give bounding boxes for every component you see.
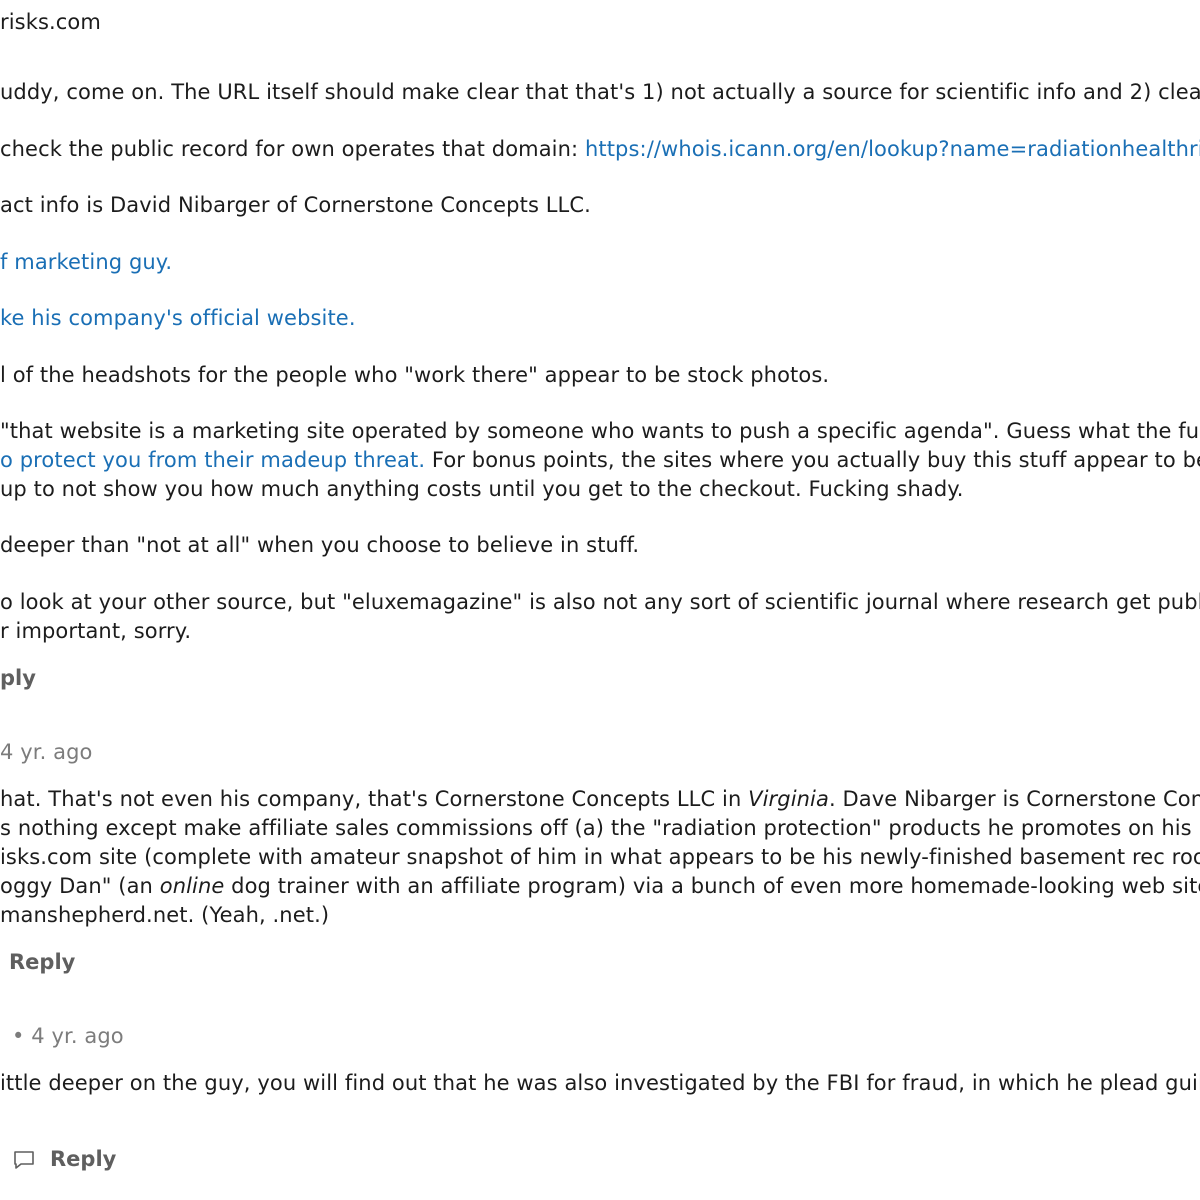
reply-button[interactable]: Reply [9, 948, 75, 977]
comment-text-line: "that website is a marketing site operat… [0, 419, 1200, 443]
comment-text-line: o look at your other source, but "eluxem… [0, 590, 1200, 614]
comment-text: hat. That's not even his company, that's… [0, 787, 749, 811]
comment-text-line: o protect you from their madeup threat. … [0, 446, 1200, 475]
comment-text-line: deeper than "not at all" when you choose… [0, 533, 640, 557]
marketing-guy-link[interactable]: f marketing guy. [0, 248, 172, 277]
comment-text-line: isks.com site (complete with amateur sna… [0, 845, 1200, 869]
madeup-threat-link[interactable]: o protect you from their madeup threat. [0, 448, 425, 472]
comment-text-italic: Virginia [748, 787, 829, 811]
comment-text-line: act info is David Nibarger of Cornerston… [0, 193, 591, 217]
comment-text-line: manshepherd.net. (Yeah, .net.) [0, 903, 330, 927]
comment-text-line: hat. That's not even his company, that's… [0, 785, 1200, 814]
comment-text: dog trainer with an affiliate program) v… [224, 874, 1200, 898]
comment-text: For bonus points, the sites where you ac… [425, 448, 1200, 472]
comment-text-line: r important, sorry. [0, 619, 192, 643]
comment-text-line: s nothing except make affiliate sales co… [0, 816, 1200, 840]
comment-text-line: ittle deeper on the guy, you will find o… [0, 1071, 1200, 1095]
comment-text-line: risks.com [0, 10, 101, 34]
whois-link[interactable]: https://whois.icann.org/en/lookup?name=r… [585, 137, 1200, 161]
comment-text-line: uddy, come on. The URL itself should mak… [0, 80, 1200, 104]
comment-text: . Dave Nibarger is Cornerstone Conce [828, 787, 1200, 811]
reply-button[interactable]: Reply [50, 1145, 116, 1174]
reply-button[interactable]: ply [0, 664, 36, 693]
comment-text-line: check the public record for own operates… [0, 135, 1200, 164]
comment-bubble-icon [14, 1151, 34, 1169]
company-website-link[interactable]: ke his company's official website. [0, 304, 356, 333]
comment-text: check the public record for own operates… [0, 137, 585, 161]
comment-text-line: l of the headshots for the people who "w… [0, 363, 830, 387]
comment-text-line: up to not show you how much anything cos… [0, 477, 964, 501]
comment-timestamp: • 4 yr. ago [12, 1024, 124, 1048]
comment-text-line: oggy Dan" (an online dog trainer with an… [0, 872, 1200, 901]
comment-text-italic: online [159, 874, 225, 898]
comment-text: oggy Dan" (an [0, 874, 160, 898]
comment-timestamp: 4 yr. ago [0, 740, 93, 764]
